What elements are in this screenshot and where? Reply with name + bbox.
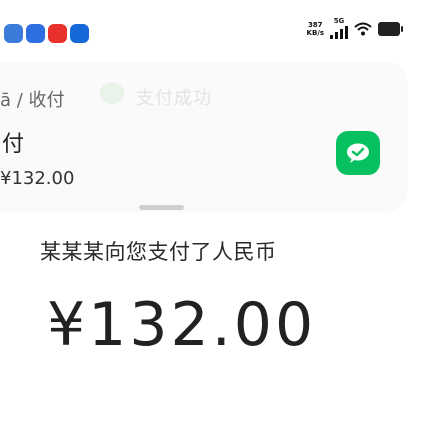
app-notification-icon (26, 24, 45, 43)
cellular-signal: 5G (330, 18, 348, 39)
payment-announcement: 某某某向您支付了人民币 (40, 240, 277, 264)
net-speed-unit: KB/s (306, 28, 324, 37)
signal-bars-icon (330, 25, 348, 39)
card-amount: ¥132.00 (0, 168, 75, 189)
success-check-icon (100, 82, 124, 104)
system-status: 387 KB/s 5G (307, 18, 403, 39)
net-speed-value: 387 (307, 20, 323, 29)
breadcrumb: ā / 收付 (0, 90, 65, 111)
payee-name: 付 (2, 132, 25, 157)
payment-amount: ¥132.00 (47, 290, 317, 360)
chat-bubble-icon (347, 143, 369, 163)
wechat-pay-icon[interactable] (336, 131, 380, 175)
app-notification-icon (70, 24, 89, 43)
network-type: 5G (333, 17, 345, 25)
notification-icons (4, 24, 89, 43)
payment-success-text: 支付成功 (136, 88, 212, 109)
battery-icon (378, 21, 403, 36)
net-speed: 387 KB/s (307, 21, 324, 37)
wifi-icon (354, 22, 372, 35)
drag-handle[interactable] (139, 205, 184, 210)
app-notification-icon (4, 24, 23, 43)
status-bar: 387 KB/s 5G (0, 0, 430, 70)
app-notification-icon (48, 24, 67, 43)
